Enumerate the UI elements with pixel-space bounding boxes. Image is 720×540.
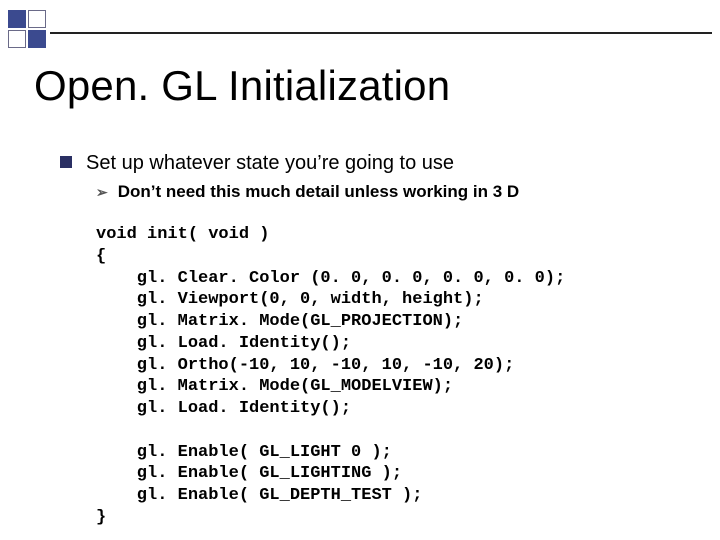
deco-square-outline bbox=[28, 10, 46, 28]
slide-title: Open. GL Initialization bbox=[34, 62, 450, 110]
bullet-level2-text: Don’t need this much detail unless worki… bbox=[118, 182, 519, 202]
code-block: void init( void ) { gl. Clear. Color (0.… bbox=[96, 224, 690, 529]
deco-square-blue bbox=[8, 10, 26, 28]
deco-square-blue bbox=[28, 30, 46, 48]
bullet-level1: Set up whatever state you’re going to us… bbox=[60, 150, 690, 176]
corner-decoration bbox=[8, 10, 46, 48]
horizontal-rule bbox=[50, 32, 712, 34]
slide-body: Set up whatever state you’re going to us… bbox=[60, 150, 690, 529]
bullet-level2: ➢ Don’t need this much detail unless wor… bbox=[96, 182, 690, 202]
bullet-level1-text: Set up whatever state you’re going to us… bbox=[86, 150, 454, 176]
square-bullet-icon bbox=[60, 156, 72, 168]
slide: Open. GL Initialization Set up whatever … bbox=[0, 0, 720, 540]
deco-square-outline bbox=[8, 30, 26, 48]
arrow-bullet-icon: ➢ bbox=[96, 184, 108, 201]
